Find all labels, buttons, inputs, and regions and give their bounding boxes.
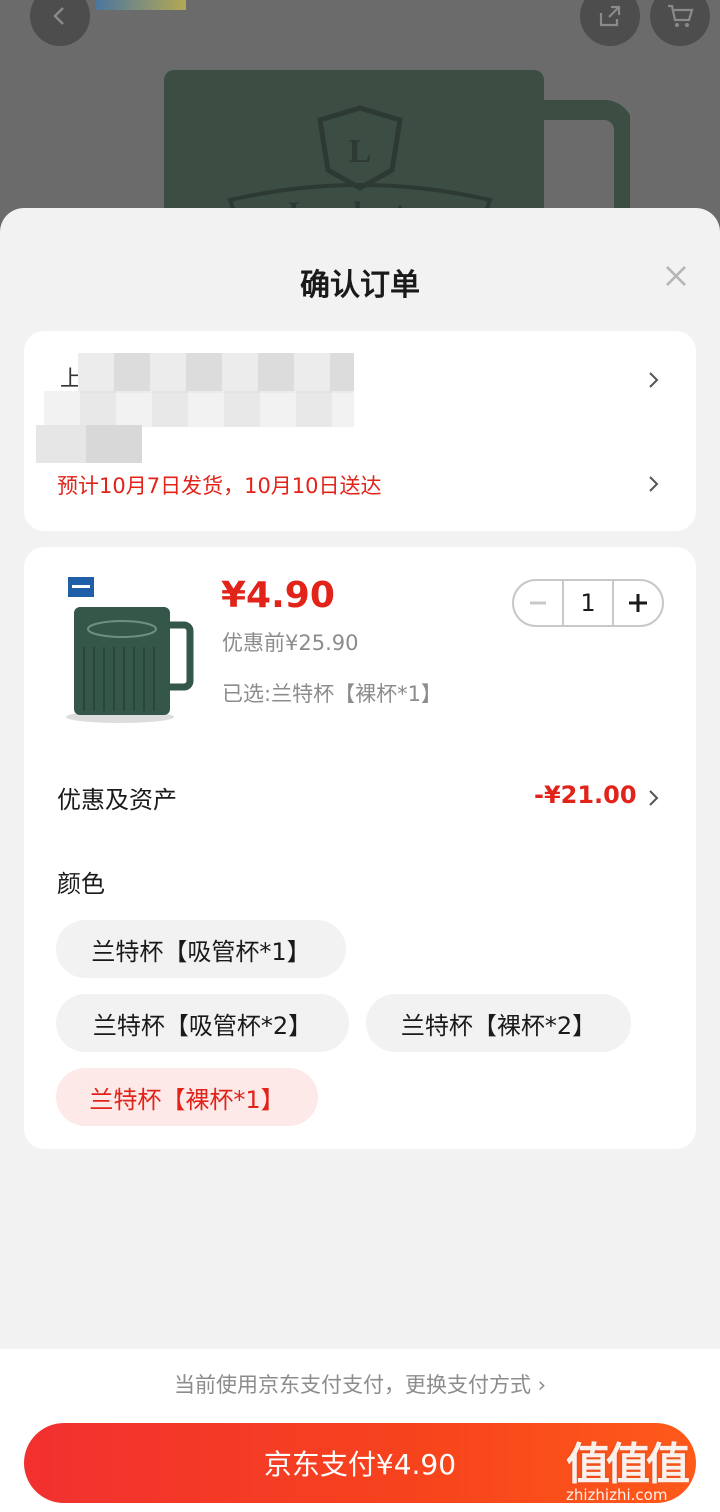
watermark-logo: 值值值 [566, 1439, 690, 1490]
discount-value[interactable]: -¥21.00 [534, 781, 637, 809]
payment-method-hint[interactable]: 当前使用京东支付支付，更换支付方式 › [0, 1369, 720, 1399]
watermark-url: zhizhizhi.com [566, 1486, 668, 1504]
sheet-title: 确认订单 [300, 268, 420, 303]
cart-icon [668, 4, 694, 27]
close-icon [666, 266, 686, 286]
product-price: ¥4.90 [221, 575, 335, 616]
address-card[interactable]: 上 预计10月7日发货，10月10日送达 [24, 331, 696, 531]
share-button[interactable] [580, 0, 640, 46]
chevron-right-icon [649, 372, 659, 388]
quantity-stepper: 1 [512, 579, 664, 627]
color-option-straw-cup-1[interactable]: 兰特杯【吸管杯*1】 [56, 920, 346, 978]
color-option-bare-cup-1[interactable]: 兰特杯【裸杯*1】 [56, 1068, 318, 1126]
address-redacted [36, 425, 142, 463]
cart-button[interactable] [650, 0, 710, 46]
color-label: 颜色 [57, 870, 105, 898]
product-card: ¥4.90 优惠前¥25.90 已选:兰特杯【裸杯*1】 1 优惠及资产 -¥2… [24, 547, 696, 1149]
minus-icon [530, 601, 546, 605]
address-redacted [78, 353, 354, 393]
product-page-background: L Lanchester [0, 0, 720, 240]
svg-text:L: L [349, 133, 372, 170]
quantity-value[interactable]: 1 [562, 581, 614, 625]
back-button[interactable] [30, 0, 90, 46]
order-sheet: 确认订单 上 预计10月7日发货，10月10日送达 ¥4.90 优惠前¥25.9… [0, 208, 720, 1512]
color-option-bare-cup-2[interactable]: 兰特杯【裸杯*2】 [366, 994, 631, 1052]
product-thumbnail [66, 577, 194, 723]
chevron-right-icon [649, 476, 659, 492]
plus-icon [629, 594, 647, 612]
brand-banner [96, 0, 186, 10]
address-redacted [44, 391, 354, 427]
share-icon [599, 5, 621, 27]
original-price: 优惠前¥25.90 [222, 631, 359, 655]
color-option-straw-cup-2[interactable]: 兰特杯【吸管杯*2】 [56, 994, 349, 1052]
back-arrow-icon [53, 7, 64, 25]
chevron-right-icon[interactable] [644, 789, 662, 807]
watermark: 值值值 zhizhizhi.com [566, 1428, 716, 1512]
decrease-button[interactable] [514, 581, 562, 625]
discount-label[interactable]: 优惠及资产 [57, 780, 177, 815]
shipping-estimate: 预计10月7日发货，10月10日送达 [57, 474, 382, 498]
selected-variant: 已选:兰特杯【裸杯*1】 [222, 682, 442, 706]
increase-button[interactable] [614, 581, 662, 625]
close-button[interactable] [660, 260, 692, 292]
